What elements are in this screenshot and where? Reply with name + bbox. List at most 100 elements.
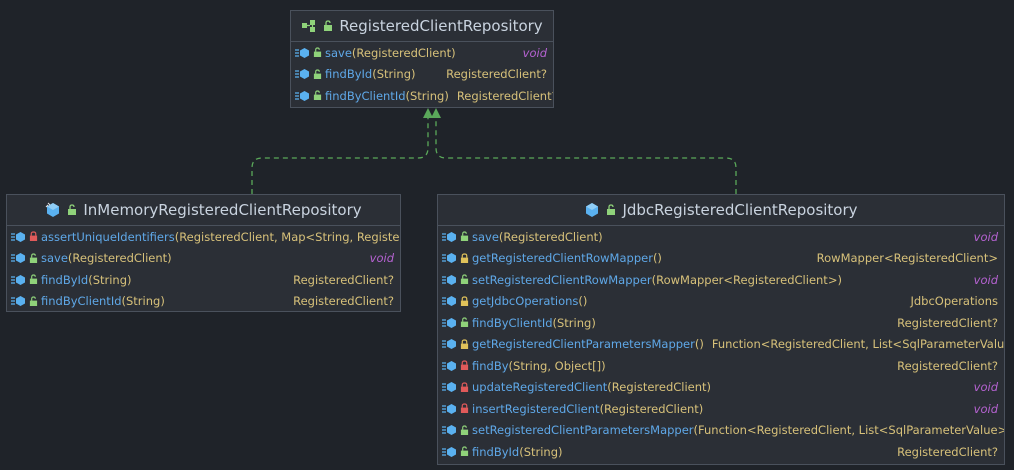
member-row[interactable]: getJdbcOperations() JdbcOperations <box>438 291 1004 313</box>
lock-red-icon <box>460 382 469 392</box>
method-name: findByClientId <box>472 315 553 330</box>
interface-node[interactable]: RegisteredClientRepository save (Register… <box>290 10 554 108</box>
member-icons <box>442 295 472 307</box>
lock-yellow-icon <box>460 339 469 349</box>
member-row[interactable]: getRegisteredClientParametersMapper() Fun… <box>438 334 1004 356</box>
member-row[interactable]: findByClientId (String) RegisteredClient? <box>438 312 1004 334</box>
return-type: void <box>522 45 547 60</box>
unlock-icon <box>460 231 469 242</box>
unlock-icon <box>29 274 38 285</box>
method-params: (RegisteredClient) <box>67 251 172 266</box>
class-icon <box>45 202 60 217</box>
return-type: RowMapper<RegisteredClient> <box>816 251 998 266</box>
arrowhead-inmemory <box>423 108 433 118</box>
method-icon <box>295 90 309 101</box>
method-icon <box>442 360 456 371</box>
return-type: JdbcOperations <box>910 294 998 309</box>
method-params: () <box>578 294 588 309</box>
member-icons <box>295 90 325 102</box>
member-row[interactable]: insertRegisteredClient (RegisteredClient)… <box>438 398 1004 420</box>
member-row[interactable]: save (RegisteredClient) void <box>7 248 400 270</box>
jdbc-class-node[interactable]: JdbcRegisteredClientRepository save (Regi… <box>437 194 1005 465</box>
method-params: (RegisteredClient) <box>351 45 456 60</box>
method-params: (Function<RegisteredClient, List<SqlPara… <box>693 423 1005 438</box>
inmemory-class-title: InMemoryRegisteredClientRepository <box>83 201 362 219</box>
return-type: RegisteredClient? <box>293 294 394 309</box>
member-icons <box>442 424 472 436</box>
interface-header: RegisteredClientRepository <box>291 11 553 42</box>
method-params: (String) <box>405 88 449 103</box>
return-type: void <box>369 251 394 266</box>
member-row[interactable]: findByClientId (String) RegisteredClient? <box>7 291 400 312</box>
method-name: getRegisteredClientRowMapper <box>472 251 653 266</box>
method-icon <box>442 274 456 285</box>
class-icon <box>586 203 599 217</box>
method-icon <box>11 253 25 264</box>
member-icons <box>442 317 472 329</box>
method-icon <box>442 339 456 350</box>
member-row[interactable]: findByClientId (String) RegisteredClient? <box>291 85 553 107</box>
unlock-icon <box>460 274 469 285</box>
method-name: findById <box>325 67 373 82</box>
unlock-icon <box>68 204 77 215</box>
lock-yellow-icon <box>460 296 469 306</box>
member-row[interactable]: setRegisteredClientParametersMapper (Func… <box>438 420 1004 442</box>
unlock-icon <box>313 47 322 58</box>
method-name: findByClientId <box>41 294 122 309</box>
return-type: void <box>973 380 998 395</box>
return-type: void <box>973 272 998 287</box>
method-params: (String) <box>121 294 165 309</box>
return-type: void <box>973 401 998 416</box>
interface-title: RegisteredClientRepository <box>339 17 543 35</box>
member-row[interactable]: assertUniqueIdentifiers (RegisteredClient… <box>7 226 400 248</box>
member-row[interactable]: findById (String) RegisteredClient? <box>438 441 1004 463</box>
method-name: getRegisteredClientParametersMapper <box>472 337 695 352</box>
method-params: () <box>694 337 704 352</box>
method-params: (String, Object[]) <box>508 358 606 373</box>
method-params: (RegisteredClient) <box>599 401 704 416</box>
method-name: setRegisteredClientRowMapper <box>472 272 652 287</box>
lock-yellow-icon <box>460 253 469 263</box>
unlock-icon <box>313 69 322 79</box>
unlock-icon <box>460 425 469 435</box>
member-row[interactable]: updateRegisteredClient (RegisteredClient)… <box>438 377 1004 399</box>
method-name: findById <box>472 444 520 459</box>
method-name: findByClientId <box>325 88 406 103</box>
edge-inmemory-to-interface <box>251 112 429 194</box>
method-icon <box>11 231 25 242</box>
member-row[interactable]: findById (String) RegisteredClient? <box>291 64 553 86</box>
unlock-icon <box>313 90 322 101</box>
member-icons <box>295 47 325 59</box>
method-icon <box>442 382 456 393</box>
member-icons <box>11 231 41 243</box>
member-icons <box>11 295 41 307</box>
method-name: getJdbcOperations <box>472 294 579 309</box>
member-row[interactable]: getRegisteredClientRowMapper() RowMapper<… <box>438 248 1004 270</box>
method-icon <box>442 231 456 242</box>
method-params: (String) <box>519 444 563 459</box>
return-type: RegisteredClient? <box>456 88 554 103</box>
method-name: findById <box>41 272 89 287</box>
interface-members: save (RegisteredClient) void findById (Stri… <box>291 42 553 107</box>
method-icon <box>11 296 25 307</box>
member-row[interactable]: save (RegisteredClient) void <box>438 226 1004 248</box>
inmemory-class-node[interactable]: InMemoryRegisteredClientRepository asser… <box>6 194 401 312</box>
method-icon <box>442 296 456 307</box>
method-icon <box>442 446 456 457</box>
unlock-icon <box>324 20 333 31</box>
method-name: save <box>325 45 352 60</box>
member-row[interactable]: findById (String) RegisteredClient? <box>7 269 400 291</box>
method-icon <box>295 69 309 80</box>
return-type: RegisteredClient? <box>446 67 547 82</box>
method-icon <box>442 253 456 264</box>
method-name: setRegisteredClientParametersMapper <box>472 423 694 438</box>
member-row[interactable]: setRegisteredClientRowMapper (RowMapper<R… <box>438 269 1004 291</box>
method-params: (String) <box>88 272 132 287</box>
member-icons <box>442 381 472 393</box>
member-icons <box>442 274 472 286</box>
member-row[interactable]: save (RegisteredClient) void <box>291 42 553 64</box>
member-icons <box>442 360 472 372</box>
member-row[interactable]: findBy (String, Object[]) RegisteredClient… <box>438 355 1004 377</box>
unlock-icon <box>460 317 469 328</box>
member-icons <box>295 68 325 80</box>
